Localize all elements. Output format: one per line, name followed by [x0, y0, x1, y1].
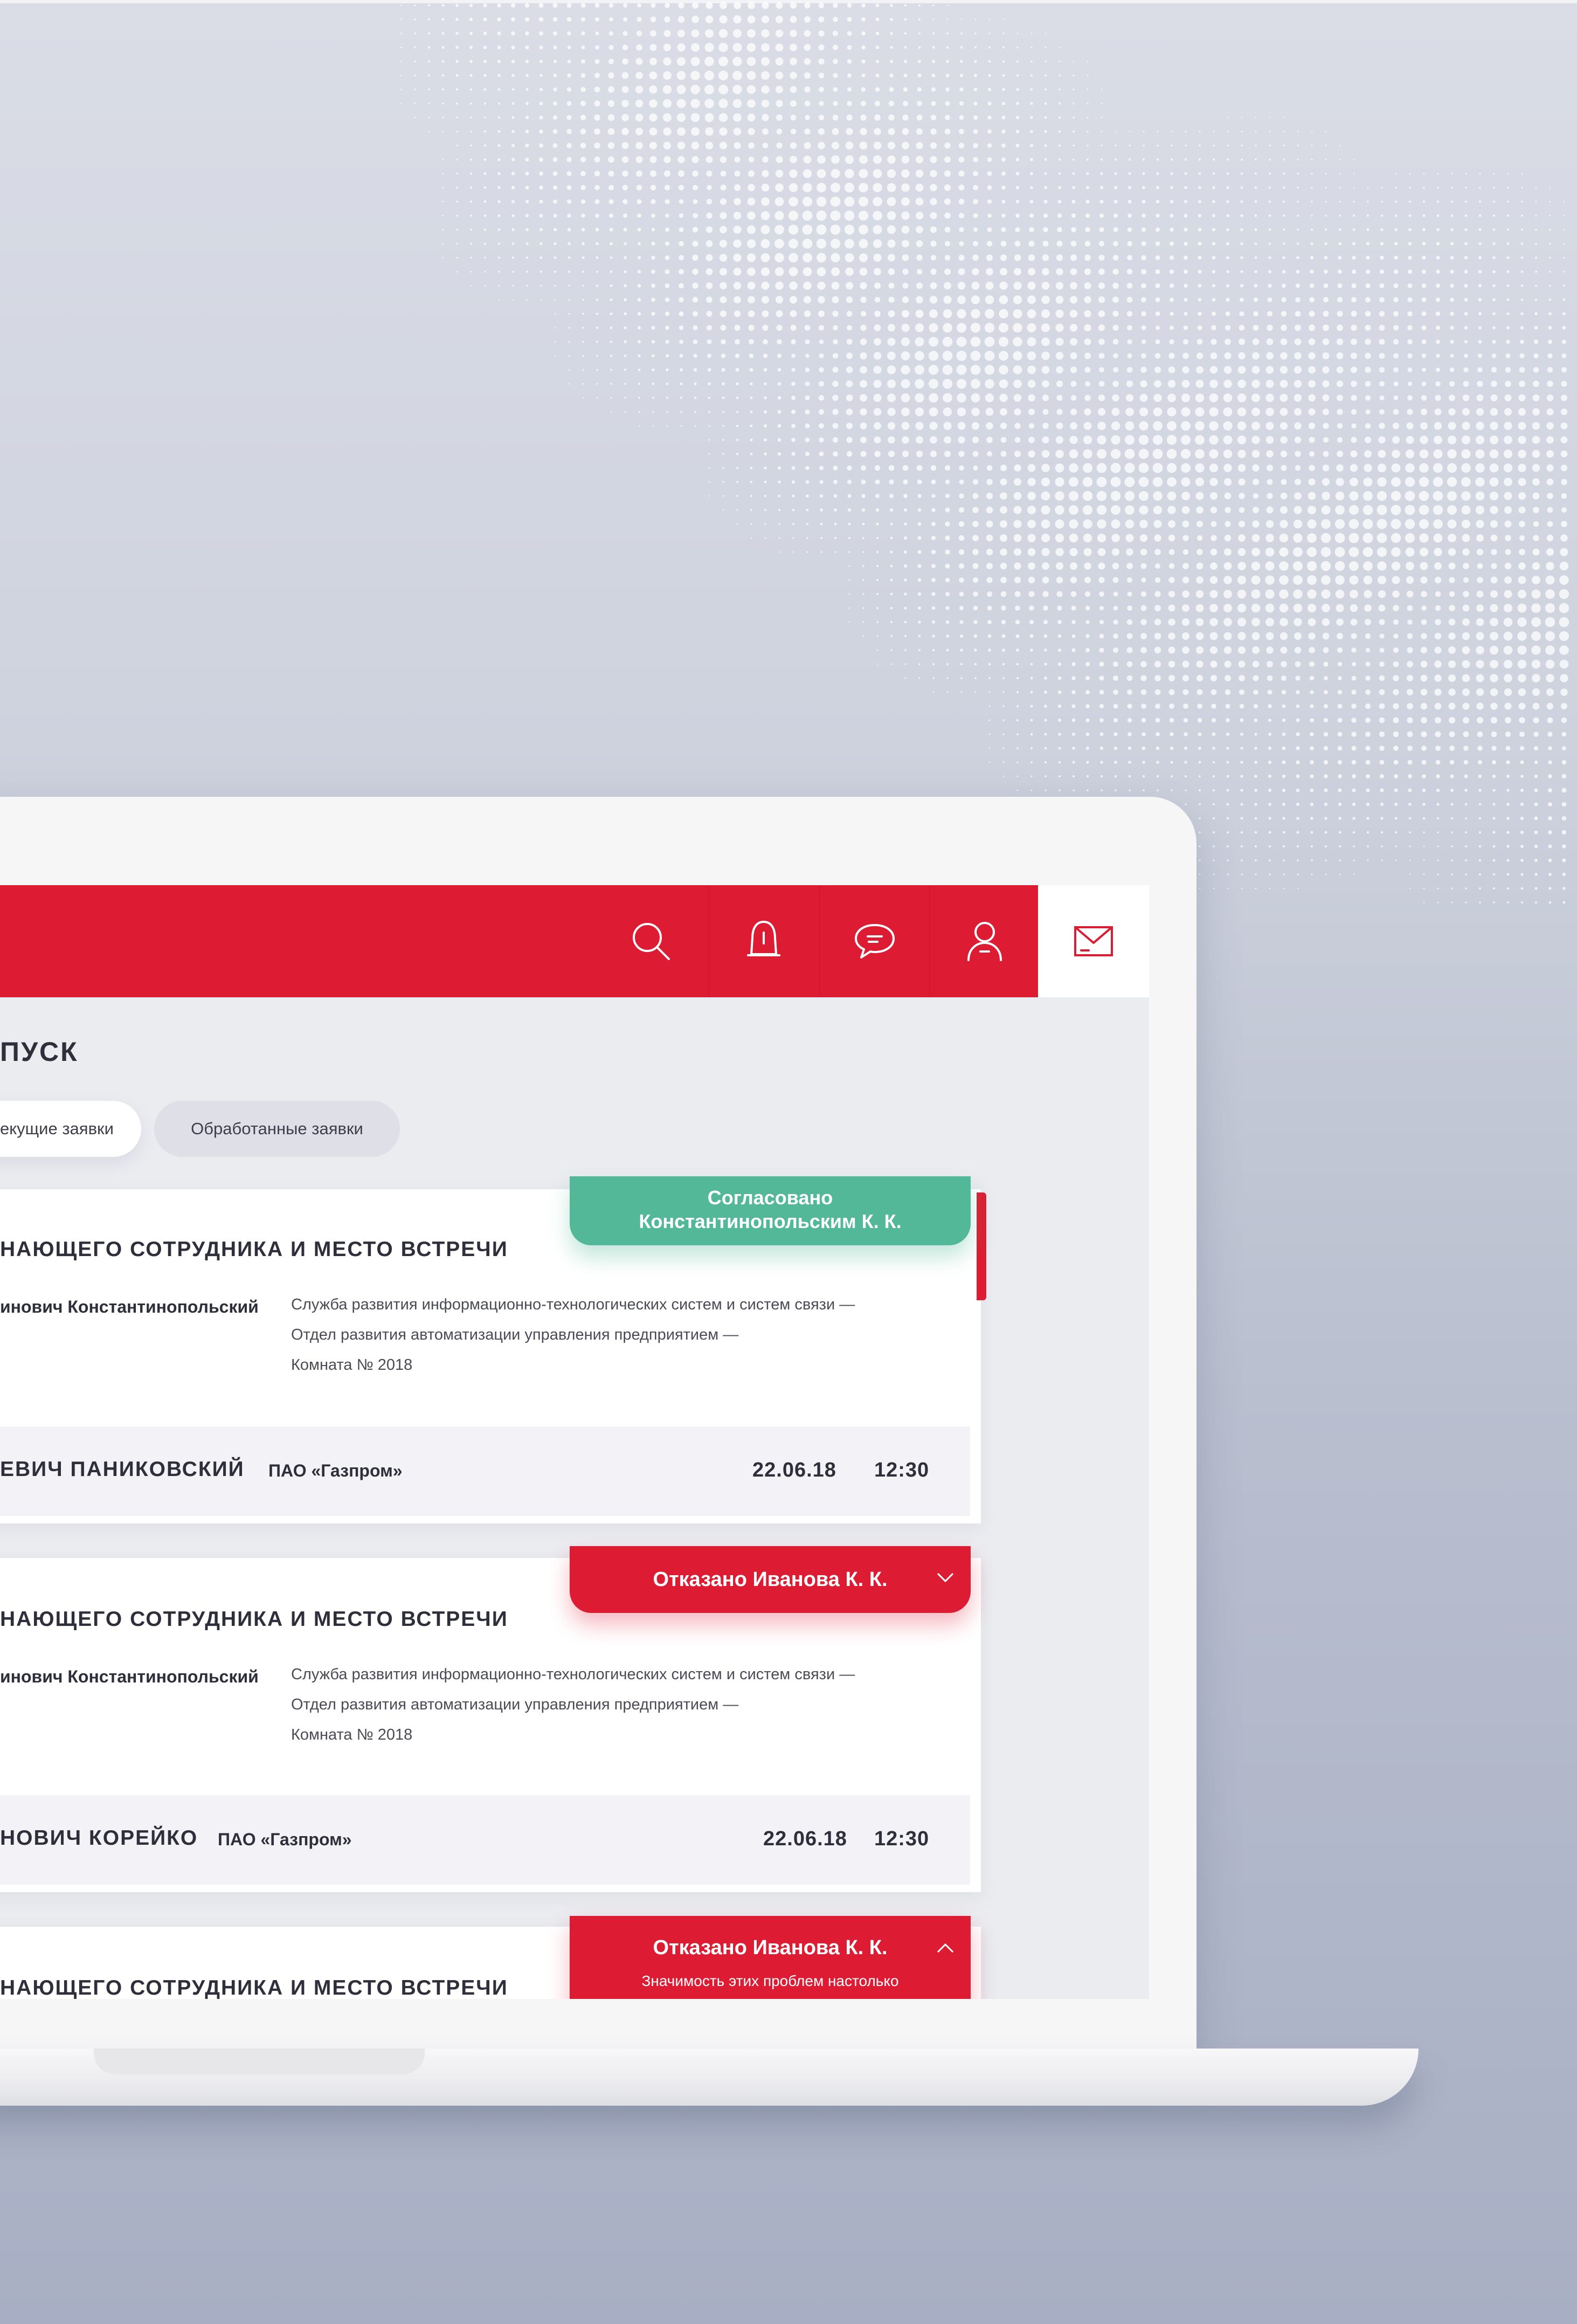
tab-processed-requests[interactable]: Обработанные заявки	[154, 1101, 400, 1157]
visitor-name: ЕВИЧ ПАНИКОВСКИЙ	[0, 1458, 245, 1481]
laptop-base-notch	[94, 2049, 425, 2074]
visitor-company: ПАО «Газпром»	[218, 1830, 352, 1849]
meeting-time: 12:30	[874, 1459, 930, 1481]
page-title: ПУСК	[0, 1037, 79, 1067]
meeting-time: 12:30	[874, 1828, 930, 1850]
visitor-company: ПАО «Газпром»	[268, 1461, 403, 1480]
profile-button[interactable]	[929, 885, 1039, 997]
messages-button[interactable]	[819, 885, 929, 997]
bell-icon	[747, 921, 780, 956]
meeting-date: 22.06.18	[752, 1459, 836, 1481]
visitor-row: ЕВИЧ ПАНИКОВСКИЙ ПАО «Газпром» 22.06.18 …	[0, 1426, 970, 1516]
status-text: Согласовано	[707, 1187, 833, 1209]
notifications-button[interactable]	[708, 885, 818, 997]
status-badge-rejected[interactable]: Отказано Иванова К. К.	[570, 1546, 971, 1613]
search-icon	[633, 923, 670, 960]
tab-current-requests[interactable]: екущие заявки	[0, 1101, 141, 1157]
employee-name: инович Константинопольский	[0, 1297, 259, 1316]
department-line: Отдел развития автоматизации управления …	[291, 1696, 739, 1713]
user-icon	[967, 922, 1002, 961]
status-badge-approved: Согласовано Константинопольским К. К.	[570, 1176, 971, 1245]
card-title: НАЮЩЕГО СОТРУДНИКА И МЕСТО ВСТРЕЧИ	[0, 1608, 508, 1631]
room-line: Комната № 2018	[291, 1356, 413, 1374]
status-badge-rejected-expanded[interactable]: Отказано Иванова К. К. Значимость этих п…	[570, 1916, 971, 1999]
department-line: Служба развития информационно-технологич…	[291, 1296, 855, 1313]
status-text: Отказано Иванова К. К.	[653, 1568, 888, 1591]
top-bar	[0, 885, 1038, 997]
department-line: Служба развития информационно-технологич…	[291, 1666, 855, 1683]
meeting-date: 22.06.18	[763, 1828, 847, 1850]
status-comment: Значимость этих проблем настолько	[641, 1973, 899, 1989]
halftone-wave-background	[400, 2, 1569, 904]
card-title: НАЮЩЕГО СОТРУДНИКА И МЕСТО ВСТРЕЧИ	[0, 1238, 508, 1261]
search-button[interactable]	[597, 885, 706, 997]
laptop-screen: ПУСК екущие заявки Обработанные заявки Н…	[0, 885, 1149, 1999]
chevron-up-icon[interactable]	[936, 1942, 954, 1955]
status-text: Отказано Иванова К. К.	[653, 1936, 888, 1959]
status-approver: Константинопольским К. К.	[639, 1210, 902, 1232]
employee-name: инович Константинопольский	[0, 1667, 259, 1686]
room-line: Комната № 2018	[291, 1726, 413, 1743]
department-info: Служба развития информационно-технологич…	[291, 1659, 855, 1750]
card-accent-marker	[977, 1192, 986, 1300]
mail-icon	[1074, 926, 1113, 956]
visitor-row: НОВИЧ КОРЕЙКО ПАО «Газпром» 22.06.18 12:…	[0, 1795, 970, 1885]
department-line: Отдел развития автоматизации управления …	[291, 1326, 739, 1343]
chat-icon	[855, 924, 895, 958]
chevron-down-icon[interactable]	[936, 1571, 954, 1584]
card-title: НАЮЩЕГО СОТРУДНИКА И МЕСТО ВСТРЕЧИ	[0, 1976, 508, 1999]
visitor-name: НОВИЧ КОРЕЙКО	[0, 1826, 198, 1850]
department-info: Служба развития информационно-технологич…	[291, 1289, 855, 1380]
mail-button[interactable]	[1038, 885, 1149, 997]
